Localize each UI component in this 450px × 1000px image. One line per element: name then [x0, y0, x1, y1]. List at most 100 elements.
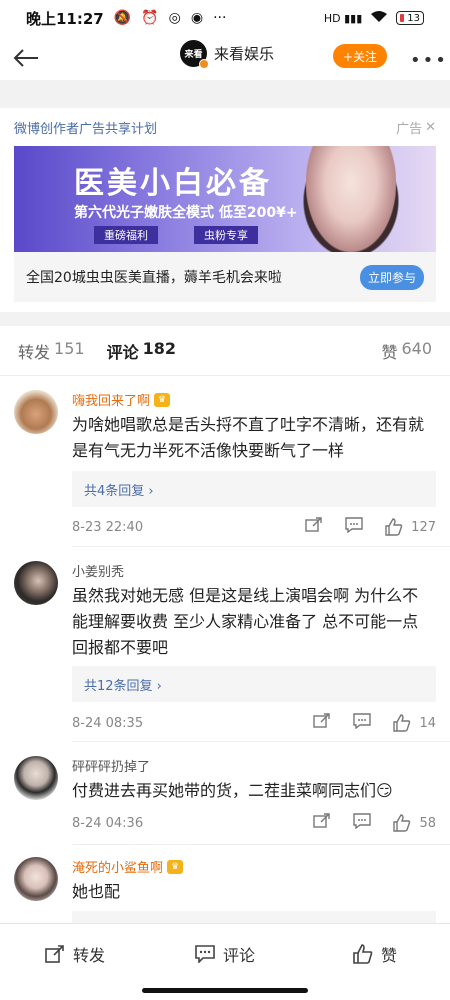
ad-footer[interactable]: 全国20城虫虫医美直播，薅羊毛机会来啦 立即参与: [14, 252, 436, 302]
comment-username[interactable]: 砰砰砰扔掉了: [72, 756, 150, 775]
banner-pill-fans: 虫粉专享: [194, 226, 258, 244]
account-logo-text: 来看: [184, 50, 203, 60]
thumbs-up-icon: [353, 943, 373, 964]
status-bar: 晚上11:27 🔕 ⏰ ◎ ◉ ··· HD ▮▮▮ 13: [0, 0, 450, 36]
verified-badge-icon: [199, 59, 209, 69]
comment-item: 淹死的小鲨鱼啊 ♛ 她也配: [0, 845, 450, 923]
comment-icon: [195, 944, 215, 963]
comment-button[interactable]: 评论: [150, 942, 300, 966]
ad-banner-image[interactable]: 医美小白必备 第六代光子嫩肤全模式 低至200¥+ 重磅福利 虫粉专享: [14, 146, 436, 252]
comment-meta: 8-24 04:36 58: [72, 811, 436, 835]
signal-icon: HD ▮▮▮: [323, 11, 363, 25]
reply-comment-icon[interactable]: [353, 713, 372, 733]
comment-time: 8-24 04:36: [72, 815, 144, 831]
tab-repost[interactable]: 转发 151: [18, 339, 85, 363]
ad-card[interactable]: 微博创作者广告共享计划 广告 ✕ 医美小白必备 第六代光子嫩肤全模式 低至200¥…: [0, 108, 450, 312]
reply-comment-icon[interactable]: [345, 517, 363, 537]
share-icon[interactable]: [305, 517, 323, 537]
comment-username[interactable]: 淹死的小鲨鱼啊 ♛: [72, 857, 184, 876]
banner-pill-welfare: 重磅福利: [94, 226, 158, 244]
comment-item: 砰砰砰扔掉了 付费进去再买她带的货，二茬韭菜啊同志们😏 8-24 04:36 5…: [0, 742, 450, 844]
ad-tag[interactable]: 广告 ✕: [396, 118, 436, 137]
battery-level: 13: [407, 12, 420, 24]
repost-icon: [45, 944, 64, 963]
vip-crown-icon: ♛: [167, 859, 184, 874]
comment-text: 为啥她唱歌总是舌头捋不直了吐字不清晰，还有就是有气无力半死不活像快要断气了一样: [72, 415, 425, 460]
avatar[interactable]: [14, 756, 58, 800]
tab-likes-label: 赞: [381, 342, 398, 362]
alarm-icon: ⏰: [141, 10, 159, 26]
more-options-icon[interactable]: •••: [410, 50, 448, 71]
clock: 晚上11:27: [26, 9, 104, 28]
comment-label: 评论: [222, 945, 255, 965]
banner-subtitle: 第六代光子嫩肤全模式 低至200¥+: [74, 205, 298, 221]
divider: [0, 80, 450, 108]
thumbs-up-icon: [393, 714, 411, 732]
account-name[interactable]: 来看娱乐: [214, 43, 274, 64]
repost-label: 转发: [72, 945, 105, 965]
comment-meta: 8-23 22:40 127: [72, 515, 436, 539]
like-label: 赞: [380, 945, 397, 965]
comment-text: 付费进去再买她带的货，二茬韭菜啊同志们😏: [72, 781, 393, 800]
interaction-tabs: 转发 151 评论 182 赞 640: [0, 326, 450, 376]
like-post-button[interactable]: 赞: [300, 942, 450, 966]
share-icon[interactable]: [313, 713, 331, 733]
repost-button[interactable]: 转发: [0, 942, 150, 966]
comment-text: 她也配: [72, 882, 121, 901]
back-arrow-icon[interactable]: [12, 43, 42, 73]
close-icon[interactable]: ✕: [425, 120, 436, 135]
tab-repost-label: 转发: [18, 342, 51, 362]
ad-tag-label: 广告: [396, 122, 423, 137]
mute-bell-icon: 🔕: [113, 10, 132, 26]
view-replies-link[interactable]: 共4条回复 ›: [72, 471, 436, 507]
battery-icon: 13: [396, 11, 424, 25]
avatar[interactable]: [14, 390, 58, 434]
weibo-notify-icon: ◎: [168, 10, 181, 26]
top-nav: 来看 来看娱乐 +关注 •••: [0, 36, 450, 80]
reply-comment-icon[interactable]: [353, 813, 372, 833]
ad-cta-button[interactable]: 立即参与: [359, 264, 424, 290]
comment-item: 嗨我回来了啊 ♛ 为啥她唱歌总是舌头捋不直了吐字不清晰，还有就是有气无力半死不活像…: [0, 376, 450, 546]
comment-text: 虽然我对她无感 但是这是线上演唱会啊 为什么不能理解要收费 至少人家精心准备了 …: [72, 586, 419, 657]
wechat-icon: ◉: [190, 10, 204, 26]
like-button[interactable]: 127: [385, 518, 436, 536]
avatar[interactable]: [14, 857, 58, 901]
like-count: 14: [419, 715, 436, 731]
tab-comments-label: 评论: [106, 342, 139, 362]
comment-username-text: 淹死的小鲨鱼啊: [72, 861, 164, 876]
account-avatar[interactable]: 来看: [180, 40, 209, 69]
comment-username-text: 嗨我回来了啊: [72, 394, 151, 409]
share-icon[interactable]: [313, 813, 331, 833]
vip-crown-icon: ♛: [154, 392, 171, 407]
like-count: 127: [411, 519, 436, 535]
banner-model-face: [306, 146, 396, 252]
comment-time: 8-24 08:35: [72, 715, 144, 731]
banner-title: 医美小白必备: [74, 166, 272, 201]
tab-likes[interactable]: 赞 640: [381, 339, 432, 363]
like-button[interactable]: 14: [393, 714, 436, 732]
follow-button[interactable]: +关注: [333, 44, 387, 68]
avatar[interactable]: [14, 561, 58, 605]
more-notifications-icon: ···: [213, 10, 227, 26]
divider: [0, 312, 450, 326]
tab-likes-count: 640: [401, 338, 432, 358]
home-indicator[interactable]: [142, 988, 308, 993]
tab-comments[interactable]: 评论 182: [107, 339, 176, 363]
comment-username[interactable]: 嗨我回来了啊 ♛: [72, 390, 171, 409]
thumbs-up-icon: [393, 814, 411, 832]
tab-comments-count: 182: [142, 338, 176, 358]
comment-time: 8-23 22:40: [72, 519, 144, 535]
tab-repost-count: 151: [54, 338, 85, 358]
comment-username[interactable]: 小姜别秃: [72, 561, 124, 580]
bottom-action-bar: 转发 评论 赞: [0, 923, 450, 983]
wifi-icon: [370, 10, 388, 26]
view-replies-link[interactable]: 共12条回复 ›: [72, 666, 436, 702]
comment-item: 小姜别秃 虽然我对她无感 但是这是线上演唱会啊 为什么不能理解要收费 至少人家精…: [0, 547, 450, 741]
view-replies-link[interactable]: [72, 911, 436, 923]
thumbs-up-icon: [385, 518, 403, 536]
account-header[interactable]: 来看 来看娱乐: [180, 40, 274, 69]
ad-program-label[interactable]: 微博创作者广告共享计划: [14, 118, 157, 137]
like-button[interactable]: 58: [393, 814, 436, 832]
like-count: 58: [419, 815, 436, 831]
ad-headline: 全国20城虫虫医美直播，薅羊毛机会来啦: [26, 270, 282, 286]
